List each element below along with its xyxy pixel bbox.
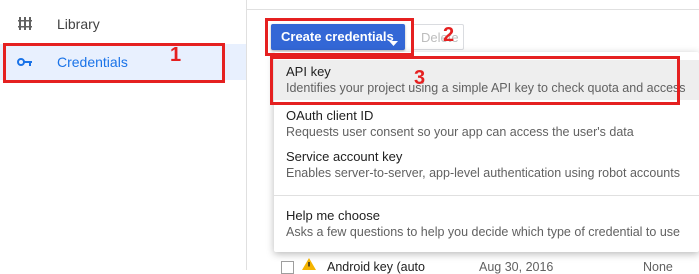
annotation-number-2: 2: [443, 24, 455, 46]
caret-down-icon: [389, 34, 398, 52]
create-credentials-button[interactable]: Create credentials: [271, 24, 405, 50]
menu-item-description: Requests user consent so your app can ac…: [286, 125, 634, 139]
row-restriction: None: [643, 260, 673, 274]
library-icon: [16, 15, 34, 33]
menu-item-title: Help me choose: [286, 208, 380, 223]
menu-item-api-key[interactable]: API key Identifies your project using a …: [274, 60, 699, 100]
key-icon: [16, 53, 34, 71]
sidebar-item-credentials[interactable]: Credentials: [0, 44, 246, 80]
menu-item-description: Asks a few questions to help you decide …: [286, 225, 680, 239]
row-checkbox[interactable]: [281, 261, 294, 274]
table-row: Android key (auto Aug 30, 2016 None: [247, 258, 699, 274]
create-credentials-menu: API key Identifies your project using a …: [274, 52, 699, 252]
menu-divider: [274, 195, 699, 196]
row-date: Aug 30, 2016: [479, 260, 554, 274]
sidebar: Library Credentials: [0, 0, 247, 270]
toolbar-divider: [247, 9, 699, 10]
sidebar-item-label: Credentials: [57, 54, 128, 70]
menu-item-description: Identifies your project using a simple A…: [286, 81, 686, 95]
delete-button[interactable]: Delete: [412, 24, 464, 50]
sidebar-item-label: Library: [57, 16, 100, 32]
menu-item-description: Enables server-to-server, app-level auth…: [286, 166, 680, 180]
row-name: Android key (auto: [327, 260, 425, 274]
sidebar-item-library[interactable]: Library: [0, 6, 246, 42]
annotation-number-1: 1: [170, 44, 182, 66]
menu-item-title: API key: [286, 64, 331, 79]
create-credentials-label: Create credentials: [281, 29, 394, 44]
menu-item-oauth-client-id[interactable]: OAuth client ID Requests user consent so…: [274, 104, 699, 144]
menu-item-title: Service account key: [286, 149, 403, 164]
menu-item-help-me-choose[interactable]: Help me choose Asks a few questions to h…: [274, 204, 699, 244]
menu-item-service-account-key[interactable]: Service account key Enables server-to-se…: [274, 145, 699, 185]
annotation-number-3: 3: [414, 67, 426, 89]
menu-item-title: OAuth client ID: [286, 108, 374, 123]
warning-icon: [302, 258, 316, 273]
